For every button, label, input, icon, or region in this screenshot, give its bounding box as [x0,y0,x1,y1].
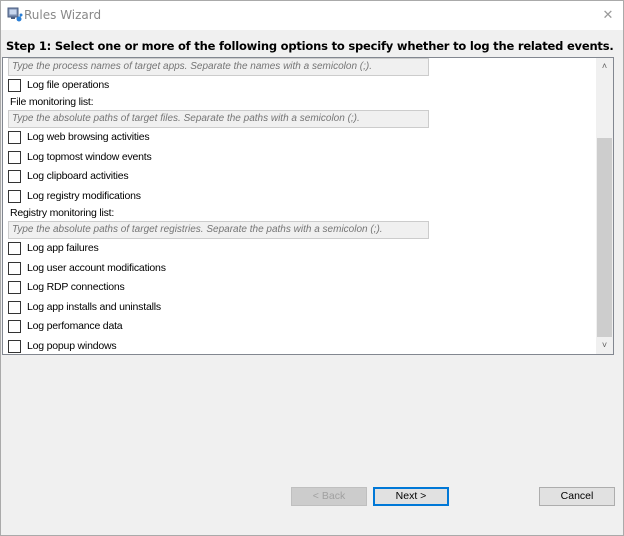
scrollbar-thumb[interactable] [597,138,612,337]
options-list-panel: Log file operations File monitoring list… [2,57,614,355]
option-label: Log app installs and uninstalls [27,301,161,313]
process-names-input[interactable] [8,58,429,76]
option-label: Log registry modifications [27,190,141,202]
checkbox[interactable] [8,339,21,353]
vertical-scrollbar[interactable]: ˄ ˅ [596,58,613,354]
title-bar: Rules Wizard ✕ [1,1,623,30]
option-app-installs[interactable]: Log app installs and uninstalls [8,300,161,314]
step-heading: Step 1: Select one or more of the follow… [6,39,614,53]
file-paths-input[interactable] [8,110,429,128]
option-label: Log popup windows [27,340,117,352]
checkbox[interactable] [8,150,21,164]
option-app-failures[interactable]: Log app failures [8,241,99,255]
checkbox[interactable] [8,130,21,144]
option-label: Log file operations [27,79,110,91]
rules-wizard-window: Rules Wizard ✕ Step 1: Select one or mor… [0,0,624,536]
option-label: Log clipboard activities [27,170,129,182]
option-registry[interactable]: Log registry modifications [8,189,141,203]
window-title: Rules Wizard [24,8,102,22]
option-file-operations[interactable]: Log file operations [8,78,109,92]
option-label: Log RDP connections [27,281,125,293]
option-user-account[interactable]: Log user account modifications [8,261,166,275]
file-monitoring-label: File monitoring list: [10,96,94,108]
checkbox[interactable] [8,261,21,275]
option-label: Log app failures [27,242,99,254]
registry-paths-input[interactable] [8,221,429,239]
checkbox[interactable] [8,241,21,255]
option-label: Log topmost window events [27,151,152,163]
option-popup-windows[interactable]: Log popup windows [8,339,117,353]
scroll-up-icon[interactable]: ˄ [596,58,613,75]
checkbox[interactable] [8,169,21,183]
next-button[interactable]: Next > [373,487,449,506]
checkbox[interactable] [8,78,21,92]
back-button[interactable]: < Back [291,487,367,506]
cancel-button[interactable]: Cancel [539,487,615,506]
option-performance[interactable]: Log perfomance data [8,319,123,333]
option-label: Log user account modifications [27,262,166,274]
registry-monitoring-label: Registry monitoring list: [10,207,115,219]
checkbox[interactable] [8,189,21,203]
option-label: Log perfomance data [27,320,123,332]
option-label: Log web browsing activities [27,131,150,143]
close-icon[interactable]: ✕ [593,1,623,30]
checkbox[interactable] [8,280,21,294]
option-rdp[interactable]: Log RDP connections [8,280,125,294]
option-clipboard[interactable]: Log clipboard activities [8,169,129,183]
options-content: Log file operations File monitoring list… [3,58,596,354]
option-web-browsing[interactable]: Log web browsing activities [8,130,150,144]
scroll-down-icon[interactable]: ˅ [596,337,613,354]
option-topmost-window[interactable]: Log topmost window events [8,150,152,164]
checkbox[interactable] [8,300,21,314]
checkbox[interactable] [8,319,21,333]
app-icon [7,7,23,23]
